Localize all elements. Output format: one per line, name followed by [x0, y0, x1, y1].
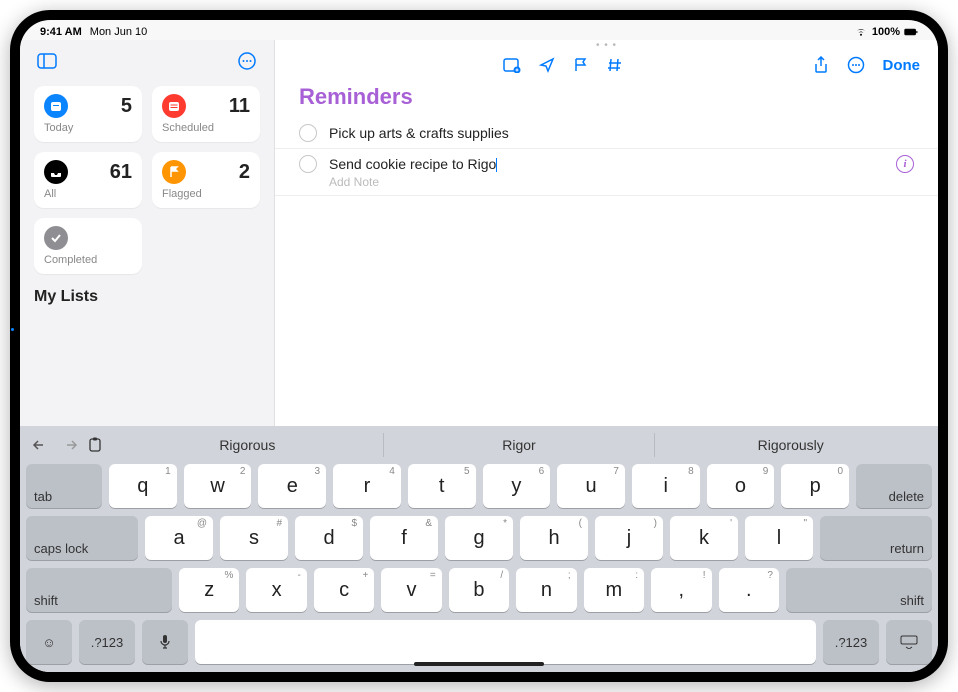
- tray-icon: [44, 160, 68, 184]
- complete-toggle[interactable]: [299, 155, 317, 173]
- hashtag-icon[interactable]: [607, 57, 623, 73]
- shift-key[interactable]: shift: [26, 568, 172, 612]
- wifi-icon: [854, 27, 868, 37]
- smartlist-all-count: 61: [110, 161, 132, 184]
- share-icon[interactable]: [813, 56, 829, 74]
- smartlist-today[interactable]: 5 Today: [34, 86, 142, 142]
- emoji-key[interactable]: ☺: [26, 620, 72, 664]
- side-indicator: [11, 328, 14, 331]
- letter-key-i[interactable]: 8i: [632, 464, 700, 508]
- flag-icon: [162, 160, 186, 184]
- letter-key-s[interactable]: #s: [220, 516, 288, 560]
- space-key[interactable]: [195, 620, 816, 664]
- calendar-icon: [162, 94, 186, 118]
- letter-key-c[interactable]: +c: [314, 568, 374, 612]
- done-button[interactable]: Done: [883, 57, 921, 74]
- suggestion[interactable]: Rigorously: [655, 433, 926, 457]
- suggestion-bar: Rigorous Rigor Rigorously: [112, 433, 926, 457]
- reminder-row[interactable]: Pick up arts & crafts supplies: [275, 118, 938, 149]
- flag-icon[interactable]: [573, 57, 589, 73]
- complete-toggle[interactable]: [299, 124, 317, 142]
- reminder-text[interactable]: Pick up arts & crafts supplies: [329, 125, 914, 141]
- caps-key[interactable]: caps lock: [26, 516, 138, 560]
- letter-key-a[interactable]: @a: [145, 516, 213, 560]
- letter-key-j[interactable]: )j: [595, 516, 663, 560]
- reminder-row[interactable]: Send cookie recipe to Rigo i: [275, 149, 938, 179]
- calendar-icon: [44, 94, 68, 118]
- letter-key-z[interactable]: %z: [179, 568, 239, 612]
- undo-button[interactable]: [32, 438, 50, 452]
- smartlist-today-label: Today: [44, 122, 132, 134]
- reminder-text-editing[interactable]: Send cookie recipe to Rigo: [329, 156, 884, 172]
- my-lists-header: My Lists: [34, 288, 260, 306]
- smartlist-all-label: All: [44, 188, 132, 200]
- status-bar: 9:41 AM Mon Jun 10 100%: [20, 20, 938, 40]
- letter-key-q[interactable]: 1q: [109, 464, 177, 508]
- letter-key-u[interactable]: 7u: [557, 464, 625, 508]
- letter-key-d[interactable]: $d: [295, 516, 363, 560]
- delete-key[interactable]: delete: [856, 464, 932, 508]
- letter-key-.[interactable]: ?.: [719, 568, 779, 612]
- smartlist-scheduled[interactable]: 11 Scheduled: [152, 86, 260, 142]
- letter-key-l[interactable]: "l: [745, 516, 813, 560]
- smartlist-scheduled-count: 11: [229, 95, 250, 118]
- numsym-key[interactable]: .?123: [823, 620, 879, 664]
- calendar-add-icon[interactable]: [503, 57, 521, 73]
- letter-key-y[interactable]: 6y: [483, 464, 551, 508]
- smartlist-completed-label: Completed: [44, 254, 132, 266]
- drag-handle[interactable]: • • •: [275, 40, 938, 50]
- more-icon[interactable]: [847, 56, 865, 74]
- letter-key-e[interactable]: 3e: [258, 464, 326, 508]
- redo-button[interactable]: [60, 438, 78, 452]
- suggestion[interactable]: Rigorous: [112, 433, 384, 457]
- sidebar-toggle-button[interactable]: [34, 48, 60, 74]
- clipboard-button[interactable]: [88, 437, 102, 453]
- letter-key-,[interactable]: !,: [651, 568, 711, 612]
- letter-key-o[interactable]: 9o: [707, 464, 775, 508]
- tab-key[interactable]: tab: [26, 464, 102, 508]
- hide-keyboard-key[interactable]: [886, 620, 932, 664]
- content-toolbar: Done: [275, 50, 938, 80]
- smartlist-completed[interactable]: Completed: [34, 218, 142, 274]
- status-time: 9:41 AM: [40, 26, 82, 38]
- smartlist-flagged-label: Flagged: [162, 188, 250, 200]
- numsym-key[interactable]: .?123: [79, 620, 135, 664]
- info-button[interactable]: i: [896, 155, 914, 173]
- list-title: Reminders: [275, 80, 938, 118]
- letter-key-b[interactable]: /b: [449, 568, 509, 612]
- suggestion[interactable]: Rigor: [384, 433, 656, 457]
- letter-key-m[interactable]: :m: [584, 568, 644, 612]
- letter-key-v[interactable]: =v: [381, 568, 441, 612]
- more-button[interactable]: [234, 48, 260, 74]
- return-key[interactable]: return: [820, 516, 932, 560]
- battery-percent: 100%: [872, 26, 900, 38]
- shift-key[interactable]: shift: [786, 568, 932, 612]
- keyboard: Rigorous Rigor Rigorously tab1q2w3e4r5t6…: [20, 426, 938, 672]
- smartlist-today-count: 5: [121, 95, 132, 118]
- sidebar: 5 Today 11 Scheduled 61 All: [20, 40, 275, 426]
- letter-key-p[interactable]: 0p: [781, 464, 849, 508]
- smartlist-all[interactable]: 61 All: [34, 152, 142, 208]
- location-icon[interactable]: [539, 57, 555, 73]
- letter-key-h[interactable]: (h: [520, 516, 588, 560]
- letter-key-g[interactable]: *g: [445, 516, 513, 560]
- smartlist-flagged-count: 2: [239, 161, 250, 184]
- status-date: Mon Jun 10: [90, 26, 147, 38]
- letter-key-f[interactable]: &f: [370, 516, 438, 560]
- content-pane: • • • Done Reminders Pick up arts & craf…: [275, 40, 938, 426]
- letter-key-k[interactable]: 'k: [670, 516, 738, 560]
- battery-icon: [904, 27, 918, 37]
- letter-key-t[interactable]: 5t: [408, 464, 476, 508]
- smartlist-scheduled-label: Scheduled: [162, 122, 250, 134]
- home-indicator[interactable]: [414, 662, 544, 666]
- smartlist-flagged[interactable]: 2 Flagged: [152, 152, 260, 208]
- letter-key-r[interactable]: 4r: [333, 464, 401, 508]
- check-icon: [44, 226, 68, 250]
- letter-key-x[interactable]: -x: [246, 568, 306, 612]
- dictation-key[interactable]: [142, 620, 188, 664]
- letter-key-n[interactable]: ;n: [516, 568, 576, 612]
- letter-key-w[interactable]: 2w: [184, 464, 252, 508]
